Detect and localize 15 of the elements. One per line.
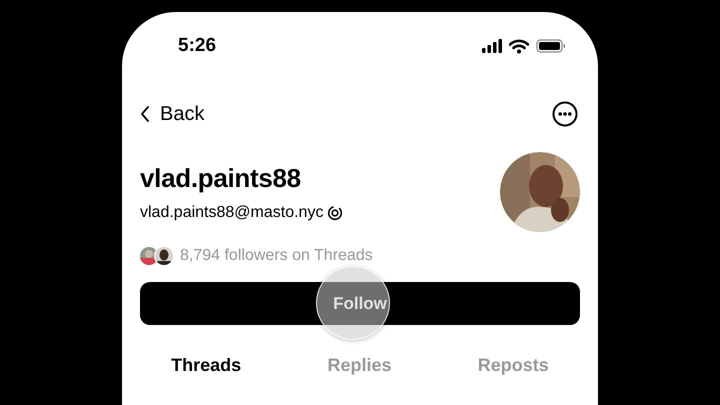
fediverse-icon: [327, 205, 344, 221]
back-button[interactable]: Back: [140, 102, 204, 126]
battery-icon: [536, 39, 566, 53]
profile-tab[interactable]: Reposts: [478, 355, 549, 376]
wifi-icon: [509, 38, 529, 54]
profile-tab[interactable]: Replies: [327, 355, 392, 376]
signal-icon: [482, 39, 502, 53]
more-options-icon[interactable]: [552, 101, 578, 127]
chevron-left-icon: [140, 106, 150, 122]
profile-handle: vlad.paints88@masto.nyc: [140, 204, 324, 222]
profile-name: vlad.paints88: [140, 163, 302, 194]
followers-count: 8,794 followers on Threads: [180, 247, 373, 265]
follow-button[interactable]: Follow: [140, 282, 580, 325]
status-time: 5:26: [178, 35, 216, 57]
profile-tab[interactable]: Threads: [171, 355, 242, 376]
